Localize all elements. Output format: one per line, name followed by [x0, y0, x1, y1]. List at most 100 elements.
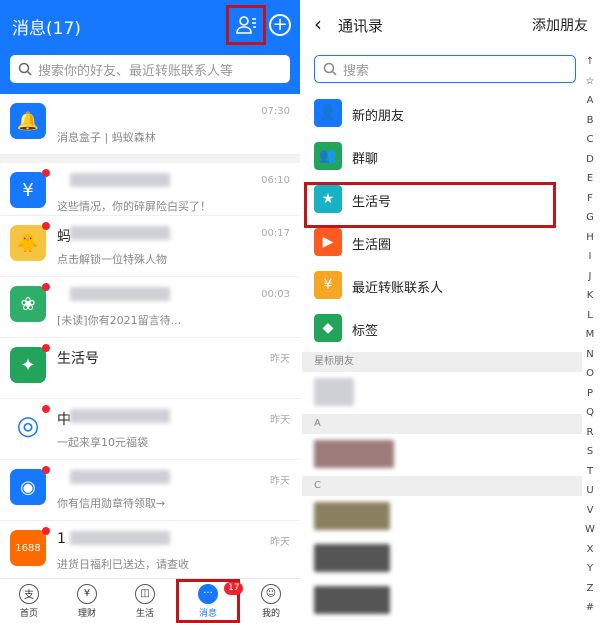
alpha-index-letter[interactable]: O	[586, 364, 594, 384]
tab-label: 首页	[19, 608, 38, 619]
entry-label: 生活号	[352, 195, 392, 210]
redacted-block	[70, 470, 170, 484]
contacts-entry[interactable]: ★ 生活号	[302, 180, 582, 228]
contacts-entry[interactable]: 👥 群聊	[302, 137, 582, 180]
entry-label: 群聊	[352, 152, 379, 167]
alpha-index-letter[interactable]: S	[587, 442, 593, 462]
alpha-index-letter[interactable]: B	[587, 111, 594, 131]
alpha-index-letter[interactable]: A	[587, 91, 594, 111]
tab-消息[interactable]: ··· 消息 17	[176, 579, 244, 623]
contacts-button[interactable]	[226, 5, 266, 45]
message-row[interactable]: 1688 1 进货日福利已送达，请查收 昨天	[0, 521, 300, 582]
alpha-index-letter[interactable]: H	[586, 228, 594, 248]
add-button[interactable]: +	[269, 14, 291, 36]
tab-icon: ¥	[77, 583, 97, 604]
alpha-index-letter[interactable]: E	[587, 169, 593, 189]
contacts-entry[interactable]: ▶ 生活圈	[302, 223, 582, 266]
alpha-index-letter[interactable]: D	[586, 150, 594, 170]
alpha-index-letter[interactable]: P	[587, 384, 593, 404]
search-input[interactable]: 搜索你的好友、最近转账联系人等	[10, 55, 290, 83]
china-mobile-icon: ◎	[10, 408, 46, 444]
message-row[interactable]: ◎ 中一起来享10元福袋 昨天	[0, 399, 300, 460]
message-preview: [未读]你有2021留言待...	[57, 314, 182, 327]
alpha-index-letter[interactable]: #	[586, 598, 594, 618]
tab-icon: ···	[198, 583, 218, 604]
entry-label: 标签	[352, 324, 379, 339]
bottom-tab-bar: 支首页 ¥ 理财 ◫ 生活 ··· 消息 17 ☺ 我的	[0, 578, 300, 623]
alpha-index-letter[interactable]: W	[585, 520, 595, 540]
message-row[interactable]: ❀ [未读]你有2021留言待... 00:03	[0, 277, 300, 338]
page-title: 通讯录	[338, 17, 384, 35]
contacts-icon	[236, 16, 256, 34]
message-preview: 进货日福利已送达，请查收	[57, 558, 189, 571]
message-title: 1	[57, 531, 66, 547]
search-icon	[18, 62, 32, 76]
compass-icon: ✦	[10, 347, 46, 383]
message-row[interactable]: ¥ 这些情况，你的碎屏险白买了！ 06:10	[0, 155, 300, 216]
message-row[interactable]: 🔔 消息盒子 | 蚂蚁森林 07:30	[0, 94, 300, 155]
contact-row[interactable]	[302, 372, 582, 414]
plus-icon: +	[272, 14, 288, 35]
unread-dot	[42, 169, 50, 177]
contacts-entry[interactable]: ◆ 标签	[302, 309, 582, 352]
contact-row[interactable]	[302, 538, 582, 580]
alpha-index-letter[interactable]: J	[589, 267, 592, 287]
tab-首页[interactable]: 支首页	[0, 579, 58, 623]
entry-label: 最近转账联系人	[352, 281, 444, 296]
search-placeholder: 搜索你的好友、最近转账联系人等	[38, 63, 234, 79]
alpha-index-letter[interactable]: X	[587, 540, 594, 560]
message-row[interactable]: ◉ 你有信用勋章待领取→ 昨天	[0, 460, 300, 521]
alpha-index-letter[interactable]: ☆	[586, 72, 595, 92]
alpha-index-letter[interactable]: Y	[587, 559, 593, 579]
redacted-block	[314, 440, 394, 468]
unread-dot	[42, 283, 50, 291]
alpha-index-letter[interactable]: C	[587, 130, 594, 150]
alpha-index-letter[interactable]: ↑	[586, 52, 594, 72]
alpha-index-letter[interactable]: F	[587, 189, 593, 209]
alpha-index-letter[interactable]: R	[587, 423, 594, 443]
contact-row[interactable]	[302, 434, 582, 476]
alpha-index-letter[interactable]: N	[586, 345, 593, 365]
unread-badge: 17	[224, 582, 244, 595]
redacted-block	[70, 531, 170, 545]
message-preview: 消息盒子 | 蚂蚁森林	[57, 131, 156, 144]
alpha-index-letter[interactable]: M	[586, 325, 595, 345]
message-row[interactable]: 🐥 蚂点击解锁一位特殊人物 00:17	[0, 216, 300, 277]
alpha-index-letter[interactable]: I	[589, 247, 592, 267]
unread-dot	[42, 222, 50, 230]
back-arrow-icon[interactable]: ‹	[314, 12, 322, 36]
redacted-block	[314, 378, 354, 406]
entry-icon: 👥	[314, 142, 342, 170]
redacted-block	[70, 409, 170, 423]
alpha-index-letter[interactable]: Q	[586, 403, 594, 423]
entry-icon: 👤	[314, 99, 342, 127]
message-time: 00:03	[261, 289, 290, 300]
alpha-index-letter[interactable]: U	[586, 481, 593, 501]
alpha-index-letter[interactable]: G	[586, 208, 594, 228]
contact-row[interactable]	[302, 496, 582, 538]
redacted-block	[314, 586, 390, 614]
alpha-index-letter[interactable]: Z	[587, 579, 594, 599]
entry-icon: ◆	[314, 314, 342, 342]
tab-我的[interactable]: ☺ 我的	[242, 579, 300, 623]
alpha-index-letter[interactable]: T	[587, 462, 593, 482]
message-time: 昨天	[270, 354, 290, 365]
bell-icon: 🔔	[10, 103, 46, 139]
messages-panel: 消息(17) + 搜索你的好友、最近转账联系人等 🔔 消息盒子 | 蚂蚁森林 07:…	[0, 0, 300, 623]
contacts-entry[interactable]: 👤 新的朋友	[302, 94, 582, 137]
tab-生活[interactable]: ◫ 生活	[116, 579, 174, 623]
contacts-entry[interactable]: ¥ 最近转账联系人	[302, 266, 582, 309]
contacts-search-input[interactable]: 搜索	[314, 55, 576, 83]
alpha-index-letter[interactable]: K	[587, 286, 594, 306]
message-row[interactable]: ✦ 生活号 昨天	[0, 338, 300, 399]
message-title: 蚂	[57, 229, 71, 245]
alpha-index-letter[interactable]: L	[587, 306, 593, 326]
add-friend-button[interactable]: 添加朋友	[532, 15, 588, 35]
contact-row[interactable]	[302, 580, 582, 622]
alpha-index-letter[interactable]: V	[587, 501, 594, 521]
tab-理财[interactable]: ¥ 理财	[58, 579, 116, 623]
alphabet-index[interactable]: ↑ ☆ A B C D E F G H I J K L M N O P Q R S T U V W X Y Z #	[582, 52, 598, 618]
redacted-block	[70, 287, 170, 301]
message-title: 中	[57, 412, 71, 428]
message-time: 06:10	[261, 175, 290, 186]
